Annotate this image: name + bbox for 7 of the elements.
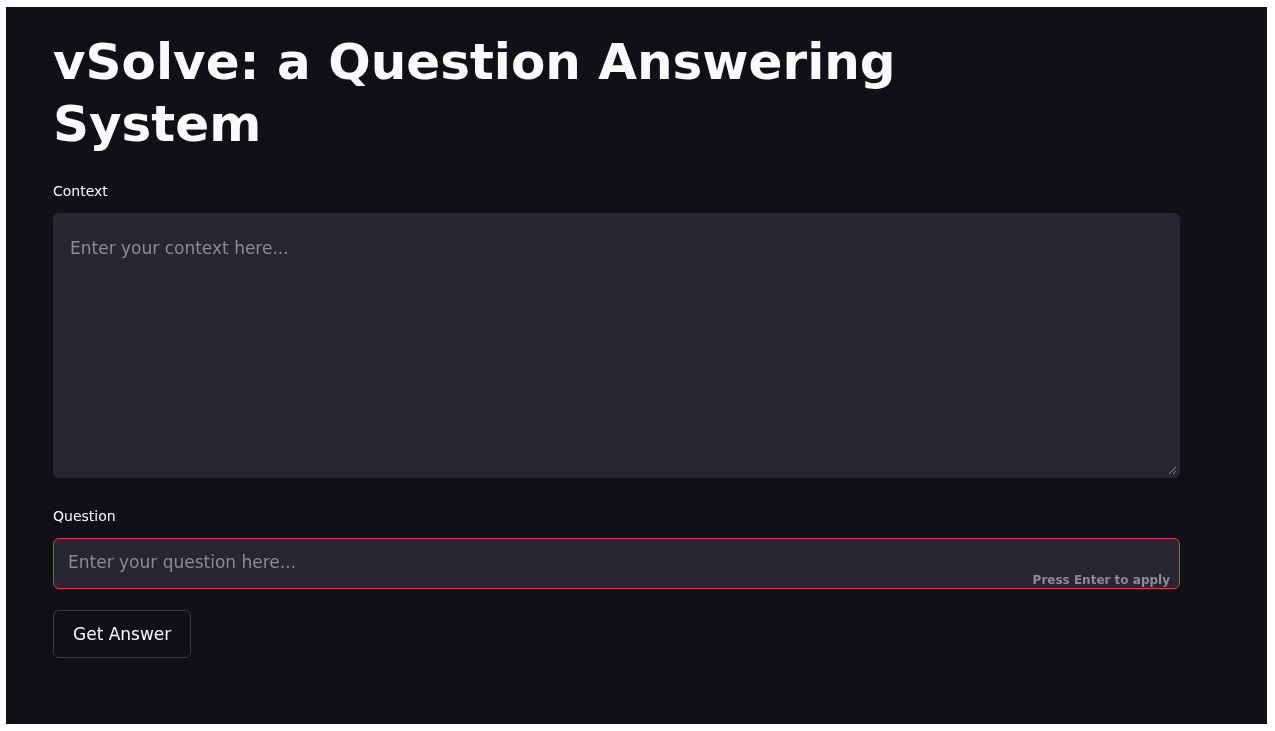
hint-text: Press Enter to apply: [1032, 573, 1170, 587]
resize-handle-icon[interactable]: [1168, 466, 1177, 475]
context-field[interactable]: Enter your context here...: [53, 213, 1180, 478]
field-label: Question: [53, 508, 116, 524]
get-answer-button[interactable]: Get Answer: [53, 610, 192, 658]
page-title: vSolve: a Question Answering System: [53, 32, 897, 155]
field-label: Context: [53, 183, 108, 199]
